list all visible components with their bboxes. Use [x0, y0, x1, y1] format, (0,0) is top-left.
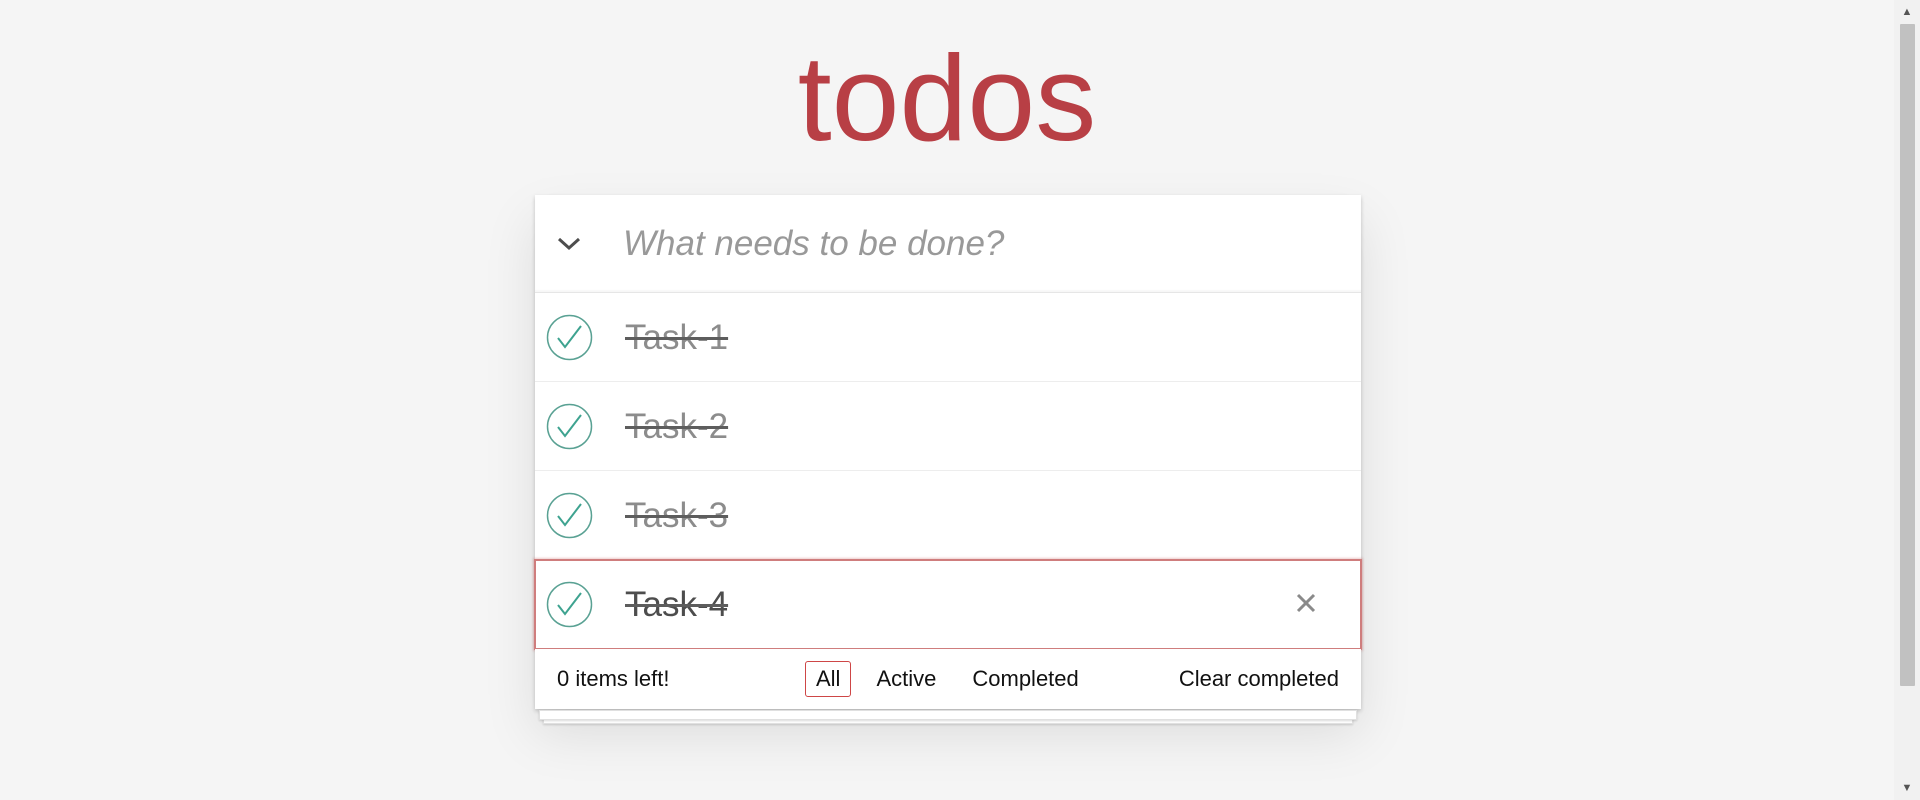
todo-label[interactable]: Task-1: [625, 293, 728, 382]
filter-active-link[interactable]: Active: [865, 661, 947, 697]
todo-header: [535, 195, 1361, 293]
scroll-thumb[interactable]: [1900, 24, 1915, 686]
items-left-count: 0 items left!: [557, 666, 670, 691]
new-todo-input[interactable]: [623, 195, 1351, 293]
scroll-up-arrow-icon[interactable]: ▲: [1894, 2, 1920, 22]
check-circle-icon: [546, 403, 593, 450]
todo-label[interactable]: Task-4: [625, 560, 728, 649]
scroll-down-arrow-icon[interactable]: ▼: [1894, 778, 1920, 798]
todo-label[interactable]: Task-3: [625, 471, 728, 560]
todo-item[interactable]: Task-4: [534, 559, 1362, 650]
todo-list: Task-1 Task-2 Task-3 Task-4: [534, 293, 1362, 650]
todo-item[interactable]: Task-2: [535, 382, 1361, 471]
check-circle-icon: [546, 492, 593, 539]
todo-footer: 0 items left! All Active Completed Clear…: [535, 649, 1361, 709]
todo-item[interactable]: Task-3: [535, 471, 1361, 560]
filter-group: All Active Completed: [805, 661, 1090, 697]
todo-app: Task-1 Task-2 Task-3: [534, 195, 1362, 724]
vertical-scrollbar[interactable]: ▲ ▼: [1894, 0, 1920, 800]
app-title: todos: [797, 30, 1097, 166]
check-circle-icon: [546, 314, 593, 361]
todo-item[interactable]: Task-1: [535, 293, 1361, 382]
delete-todo-button[interactable]: [1289, 586, 1323, 620]
stack-edge: [539, 710, 1357, 720]
todo-toggle-checkbox[interactable]: [546, 403, 593, 450]
filter-all-link[interactable]: All: [805, 661, 852, 697]
chevron-down-icon: [557, 237, 581, 251]
todo-toggle-checkbox[interactable]: [546, 581, 593, 628]
clear-completed-button[interactable]: Clear completed: [1179, 649, 1339, 709]
todo-toggle-checkbox[interactable]: [546, 492, 593, 539]
todo-toggle-checkbox[interactable]: [546, 314, 593, 361]
toggle-all-button[interactable]: [535, 195, 603, 293]
todo-label[interactable]: Task-2: [625, 382, 728, 471]
filter-completed-link[interactable]: Completed: [961, 661, 1089, 697]
check-circle-icon: [546, 581, 593, 628]
close-icon: [1296, 593, 1316, 613]
